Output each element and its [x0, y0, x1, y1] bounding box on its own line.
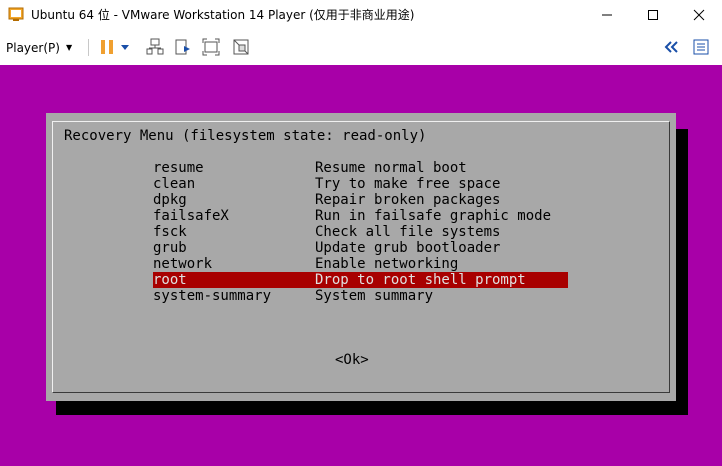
- player-menu-label: Player(P): [6, 40, 60, 55]
- menu-item-key: failsafeX: [153, 208, 229, 224]
- menu-item-system-summary[interactable]: system-summary System summary: [153, 288, 568, 304]
- window-title-bar[interactable]: Ubuntu 64 位 - VMware Workstation 14 Play…: [0, 0, 722, 30]
- player-menu-button[interactable]: Player(P) ▼: [6, 35, 72, 60]
- minimize-icon: [602, 14, 612, 16]
- close-button[interactable]: [676, 0, 722, 30]
- menu-item-root-selected[interactable]: root Drop to root shell prompt: [153, 272, 568, 288]
- recovery-menu-title: Recovery Menu (filesystem state: read-on…: [64, 128, 427, 144]
- menu-item-description: Run in failsafe graphic mode: [315, 208, 552, 224]
- menu-item-key: root: [153, 272, 187, 288]
- unity-icon[interactable]: [232, 38, 250, 56]
- ok-button[interactable]: <Ok>: [335, 352, 369, 368]
- menu-item-description: Update grub bootloader: [315, 240, 501, 256]
- menu-item-clean[interactable]: clean Try to make free space: [153, 176, 568, 192]
- maximize-icon: [648, 10, 658, 20]
- menu-item-grub[interactable]: grub Update grub bootloader: [153, 240, 568, 256]
- menu-item-dpkg[interactable]: dpkg Repair broken packages: [153, 192, 568, 208]
- collapse-double-chevron-icon[interactable]: [662, 38, 680, 56]
- vmware-player-icon: [8, 7, 24, 21]
- minimize-button[interactable]: [584, 0, 630, 30]
- menu-item-key: network: [153, 256, 213, 272]
- library-icon[interactable]: [692, 38, 710, 56]
- menu-item-description: Repair broken packages: [315, 192, 501, 208]
- dropdown-caret-icon[interactable]: [120, 38, 130, 56]
- menu-item-key: resume: [153, 160, 204, 176]
- menu-item-failsafex[interactable]: failsafeX Run in failsafe graphic mode: [153, 208, 568, 224]
- menu-item-description: System summary: [315, 288, 434, 304]
- fullscreen-icon[interactable]: [202, 38, 220, 56]
- menu-item-resume[interactable]: resume Resume normal boot: [153, 160, 568, 176]
- player-toolbar: Player(P) ▼: [0, 30, 722, 65]
- pause-icon[interactable]: [98, 38, 116, 56]
- removable-device-icon[interactable]: [174, 38, 192, 56]
- window-title: Ubuntu 64 位 - VMware Workstation 14 Play…: [31, 8, 415, 22]
- menu-item-network[interactable]: network Enable networking: [153, 256, 568, 272]
- close-icon: [693, 9, 705, 21]
- toolbar-divider: [88, 39, 89, 56]
- menu-item-description: Resume normal boot: [315, 160, 467, 176]
- menu-item-fsck[interactable]: fsck Check all file systems: [153, 224, 568, 240]
- menu-item-key: fsck: [153, 224, 187, 240]
- menu-item-key: grub: [153, 240, 187, 256]
- menu-item-key: clean: [153, 176, 196, 192]
- menu-item-key: dpkg: [153, 192, 187, 208]
- chevron-down-icon: ▼: [65, 43, 73, 52]
- menu-item-description: Enable networking: [315, 256, 459, 272]
- maximize-button[interactable]: [630, 0, 676, 30]
- menu-item-description: Try to make free space: [315, 176, 501, 192]
- network-adapter-icon[interactable]: [146, 38, 164, 56]
- menu-item-description: Check all file systems: [315, 224, 501, 240]
- menu-item-description: Drop to root shell prompt: [315, 272, 526, 288]
- menu-item-key: system-summary: [153, 288, 272, 304]
